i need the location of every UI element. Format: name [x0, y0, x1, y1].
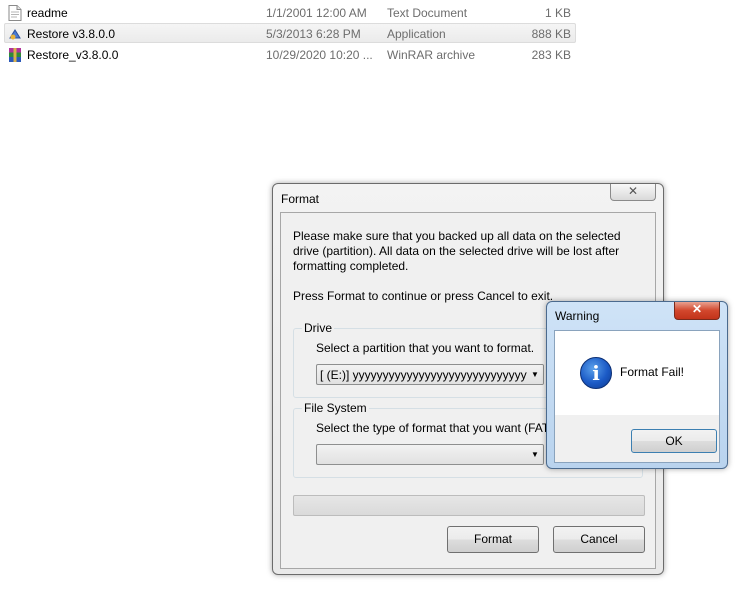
- text-file-icon: [8, 5, 22, 21]
- ok-button[interactable]: OK: [631, 429, 717, 453]
- drive-description: Select a partition that you want to form…: [316, 341, 535, 355]
- file-size: 283 KB: [531, 48, 571, 62]
- file-row-restore-app[interactable]: Restore v3.8.0.0 5/3/2013 6:28 PM Applic…: [4, 23, 576, 43]
- file-row-restore-archive[interactable]: Restore_v3.8.0.0 10/29/2020 10:20 ... Wi…: [4, 44, 576, 64]
- file-type: Text Document: [387, 6, 468, 20]
- file-name: Restore_v3.8.0.0: [27, 48, 119, 62]
- warning-body: i Format Fail! OK: [554, 330, 720, 463]
- drive-selected-value: [ (E:)] yyyyyyyyyyyyyyyyyyyyyyyyyyyyyyyy…: [320, 368, 544, 382]
- file-type: WinRAR archive: [387, 48, 476, 62]
- close-icon: ✕: [691, 302, 703, 316]
- file-size: 888 KB: [531, 27, 571, 41]
- cancel-button[interactable]: Cancel: [553, 526, 645, 553]
- close-icon: ✕: [627, 184, 639, 198]
- warning-message: Format Fail!: [620, 365, 685, 379]
- file-row-readme[interactable]: readme 1/1/2001 12:00 AM Text Document 1…: [4, 2, 576, 22]
- dialog-title: Format: [281, 192, 320, 206]
- drive-legend: Drive: [302, 321, 335, 335]
- filesystem-description: Select the type of format that you want …: [316, 421, 550, 435]
- file-date: 5/3/2013 6:28 PM: [266, 27, 361, 41]
- drive-select[interactable]: [ (E:)] yyyyyyyyyyyyyyyyyyyyyyyyyyyyyyyy…: [316, 364, 544, 385]
- dialog-title: Warning: [555, 309, 600, 323]
- warning-message: Please make sure that you backed up all …: [293, 229, 621, 273]
- chevron-down-icon: ▼: [527, 445, 543, 464]
- file-name: Restore v3.8.0.0: [27, 27, 116, 41]
- info-icon: i: [580, 357, 612, 389]
- chevron-down-icon: ▼: [527, 365, 543, 384]
- winrar-archive-icon: [8, 47, 22, 63]
- file-date: 1/1/2001 12:00 AM: [266, 6, 367, 20]
- format-button[interactable]: Format: [447, 526, 539, 553]
- filesystem-legend: File System: [302, 401, 369, 415]
- close-button[interactable]: ✕: [610, 184, 656, 201]
- format-progress-bar: [293, 495, 645, 516]
- file-type: Application: [387, 27, 446, 41]
- close-button[interactable]: ✕: [674, 302, 720, 320]
- file-name: readme: [27, 6, 68, 20]
- filesystem-select[interactable]: ▼: [316, 444, 544, 465]
- file-size: 1 KB: [544, 6, 571, 20]
- warning-dialog: Warning ✕ i Format Fail! OK: [546, 301, 728, 469]
- file-date: 10/29/2020 10:20 ...: [266, 48, 373, 62]
- instruction-text: Press Format to continue or press Cancel…: [293, 289, 554, 303]
- warning-message-area: i Format Fail!: [555, 331, 719, 415]
- application-icon: [8, 26, 22, 42]
